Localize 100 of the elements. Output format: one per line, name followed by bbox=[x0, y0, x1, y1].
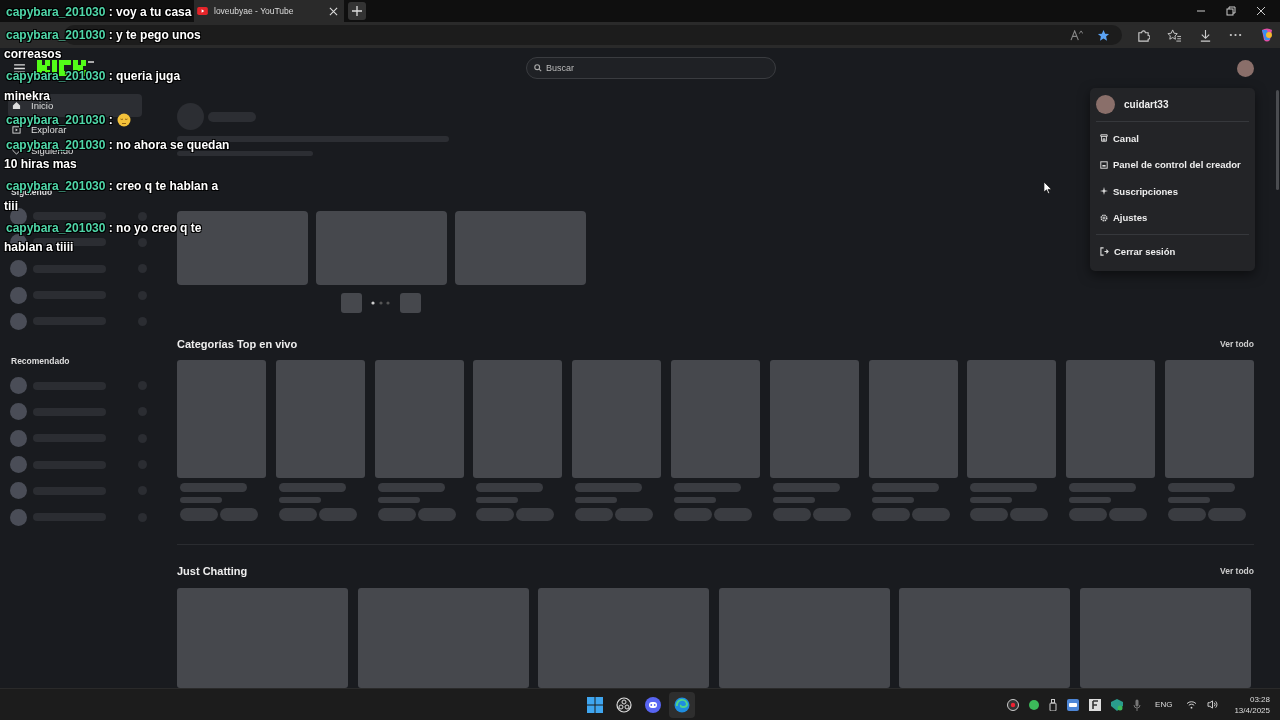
volume-icon[interactable] bbox=[1207, 700, 1219, 709]
logout-icon bbox=[1100, 246, 1109, 256]
skeleton-bar bbox=[476, 483, 544, 493]
skeleton-bar bbox=[970, 483, 1038, 493]
close-icon[interactable] bbox=[329, 6, 338, 16]
skeleton-tag bbox=[516, 508, 555, 522]
skeleton-bar bbox=[575, 497, 618, 504]
wifi-icon[interactable] bbox=[1186, 700, 1198, 709]
chat-message: hablan a tiiii bbox=[4, 242, 74, 253]
cursor-icon bbox=[1044, 182, 1052, 194]
skeleton-tag bbox=[180, 508, 218, 522]
skeleton-bar bbox=[1069, 483, 1137, 493]
menu-item[interactable]: Panel de control del creador bbox=[1090, 151, 1255, 178]
sparkle-icon bbox=[1100, 187, 1108, 196]
skeleton-bar bbox=[278, 483, 346, 493]
menu-item[interactable]: Canal bbox=[1090, 125, 1255, 152]
dashboard-icon bbox=[1100, 160, 1108, 169]
skeleton-tag bbox=[871, 508, 910, 522]
skeleton-tag bbox=[772, 508, 811, 522]
restore-icon[interactable] bbox=[1226, 6, 1236, 16]
section-heading: Recomendado bbox=[10, 356, 70, 367]
username: cuidart33 bbox=[1124, 99, 1169, 110]
skeleton-avatar bbox=[10, 286, 27, 304]
record-icon[interactable] bbox=[1007, 698, 1020, 711]
skeleton-bar bbox=[476, 497, 519, 504]
skeleton-avatar bbox=[10, 508, 27, 526]
browser-taskbar-button[interactable] bbox=[669, 691, 695, 718]
store-icon bbox=[1100, 134, 1108, 143]
chat-app-icon[interactable] bbox=[645, 696, 661, 713]
skeleton-bar bbox=[772, 483, 840, 493]
skeleton-bar bbox=[970, 497, 1013, 504]
avatar[interactable] bbox=[1237, 59, 1254, 77]
chat-message: tiii bbox=[4, 200, 18, 211]
language-indicator[interactable]: ENG bbox=[1155, 700, 1173, 709]
skeleton-avatar bbox=[10, 403, 27, 421]
skeleton-tag bbox=[278, 508, 317, 522]
skeleton-tag bbox=[812, 508, 851, 522]
skeleton-bar bbox=[377, 483, 445, 493]
skeleton-bar bbox=[871, 497, 914, 504]
skeleton-tag bbox=[1167, 508, 1206, 522]
logout-item[interactable]: Cerrar sesión bbox=[1090, 238, 1255, 265]
menu-item[interactable]: Ajustes bbox=[1090, 204, 1255, 231]
skeleton-bar bbox=[180, 497, 222, 504]
font-icon[interactable] bbox=[1089, 698, 1102, 711]
download-icon[interactable] bbox=[1199, 28, 1212, 42]
start-icon[interactable] bbox=[587, 696, 603, 713]
skeleton-avatar bbox=[10, 260, 27, 278]
usb-icon[interactable] bbox=[1049, 698, 1058, 711]
skeleton-tag bbox=[674, 508, 712, 522]
chat-message: correasos bbox=[4, 48, 62, 59]
pager-dots-icon bbox=[371, 301, 391, 306]
play-icon bbox=[197, 7, 208, 15]
scrollbar-thumb[interactable] bbox=[1276, 90, 1279, 190]
skeleton-tag bbox=[220, 508, 258, 522]
skeleton-tag bbox=[476, 508, 515, 522]
chat-message: capybara_201030 : y te pego unos bbox=[6, 29, 201, 40]
clock-time[interactable]: 03:28 bbox=[1249, 693, 1270, 705]
skeleton-tag bbox=[318, 508, 357, 522]
copilot-icon[interactable] bbox=[1259, 27, 1275, 43]
skeleton-tag bbox=[377, 508, 416, 522]
status-dot-icon[interactable] bbox=[1029, 699, 1040, 710]
skeleton-tag bbox=[1109, 508, 1148, 522]
menu-item[interactable]: Suscripciones bbox=[1090, 178, 1255, 205]
view-all-link[interactable]: Ver todo bbox=[1220, 339, 1254, 350]
puzzle-icon[interactable] bbox=[1137, 28, 1150, 42]
skeleton-bar bbox=[1167, 483, 1235, 493]
skeleton-bar bbox=[674, 483, 741, 493]
menu-icon[interactable] bbox=[14, 63, 25, 73]
aperture-icon[interactable] bbox=[616, 696, 632, 713]
skeleton-avatar bbox=[10, 377, 27, 395]
search-field[interactable]: Buscar bbox=[526, 57, 776, 79]
close-icon[interactable] bbox=[1256, 6, 1266, 16]
home-icon bbox=[12, 101, 21, 110]
skeleton-tag bbox=[714, 508, 752, 522]
skeleton-bar bbox=[278, 497, 321, 504]
browser-tab[interactable]: loveubyae - YouTube bbox=[194, 0, 344, 22]
shield-icon[interactable] bbox=[1111, 698, 1124, 711]
skeleton-bar bbox=[674, 497, 716, 504]
skeleton-avatar bbox=[10, 312, 27, 330]
chat-message: 10 hiras mas bbox=[4, 158, 77, 169]
avatar bbox=[1096, 95, 1115, 114]
microphone-icon[interactable] bbox=[1133, 698, 1142, 711]
skeleton-bar bbox=[772, 497, 815, 504]
skeleton-bar bbox=[1069, 497, 1112, 504]
section-title: Just Chatting bbox=[177, 565, 248, 577]
read-aloud-icon[interactable] bbox=[1070, 29, 1083, 41]
more-icon[interactable] bbox=[1229, 33, 1242, 37]
skeleton-tag bbox=[1010, 508, 1049, 522]
skeleton-tag bbox=[615, 508, 654, 522]
chat-message: capybara_201030 : voy a tu casa bbox=[6, 7, 192, 17]
skeleton-tag bbox=[575, 508, 614, 522]
favorite-icon[interactable] bbox=[1097, 28, 1110, 42]
favorites-icon[interactable] bbox=[1167, 28, 1182, 42]
skeleton-bar bbox=[377, 497, 420, 504]
clock-date[interactable]: 13/4/2025 bbox=[1234, 704, 1270, 716]
plus-icon[interactable] bbox=[348, 2, 366, 20]
skeleton-tag bbox=[970, 508, 1009, 522]
view-all-link[interactable]: Ver todo bbox=[1220, 566, 1254, 576]
skeleton-avatar bbox=[10, 456, 27, 473]
skeleton-avatar bbox=[10, 429, 27, 447]
